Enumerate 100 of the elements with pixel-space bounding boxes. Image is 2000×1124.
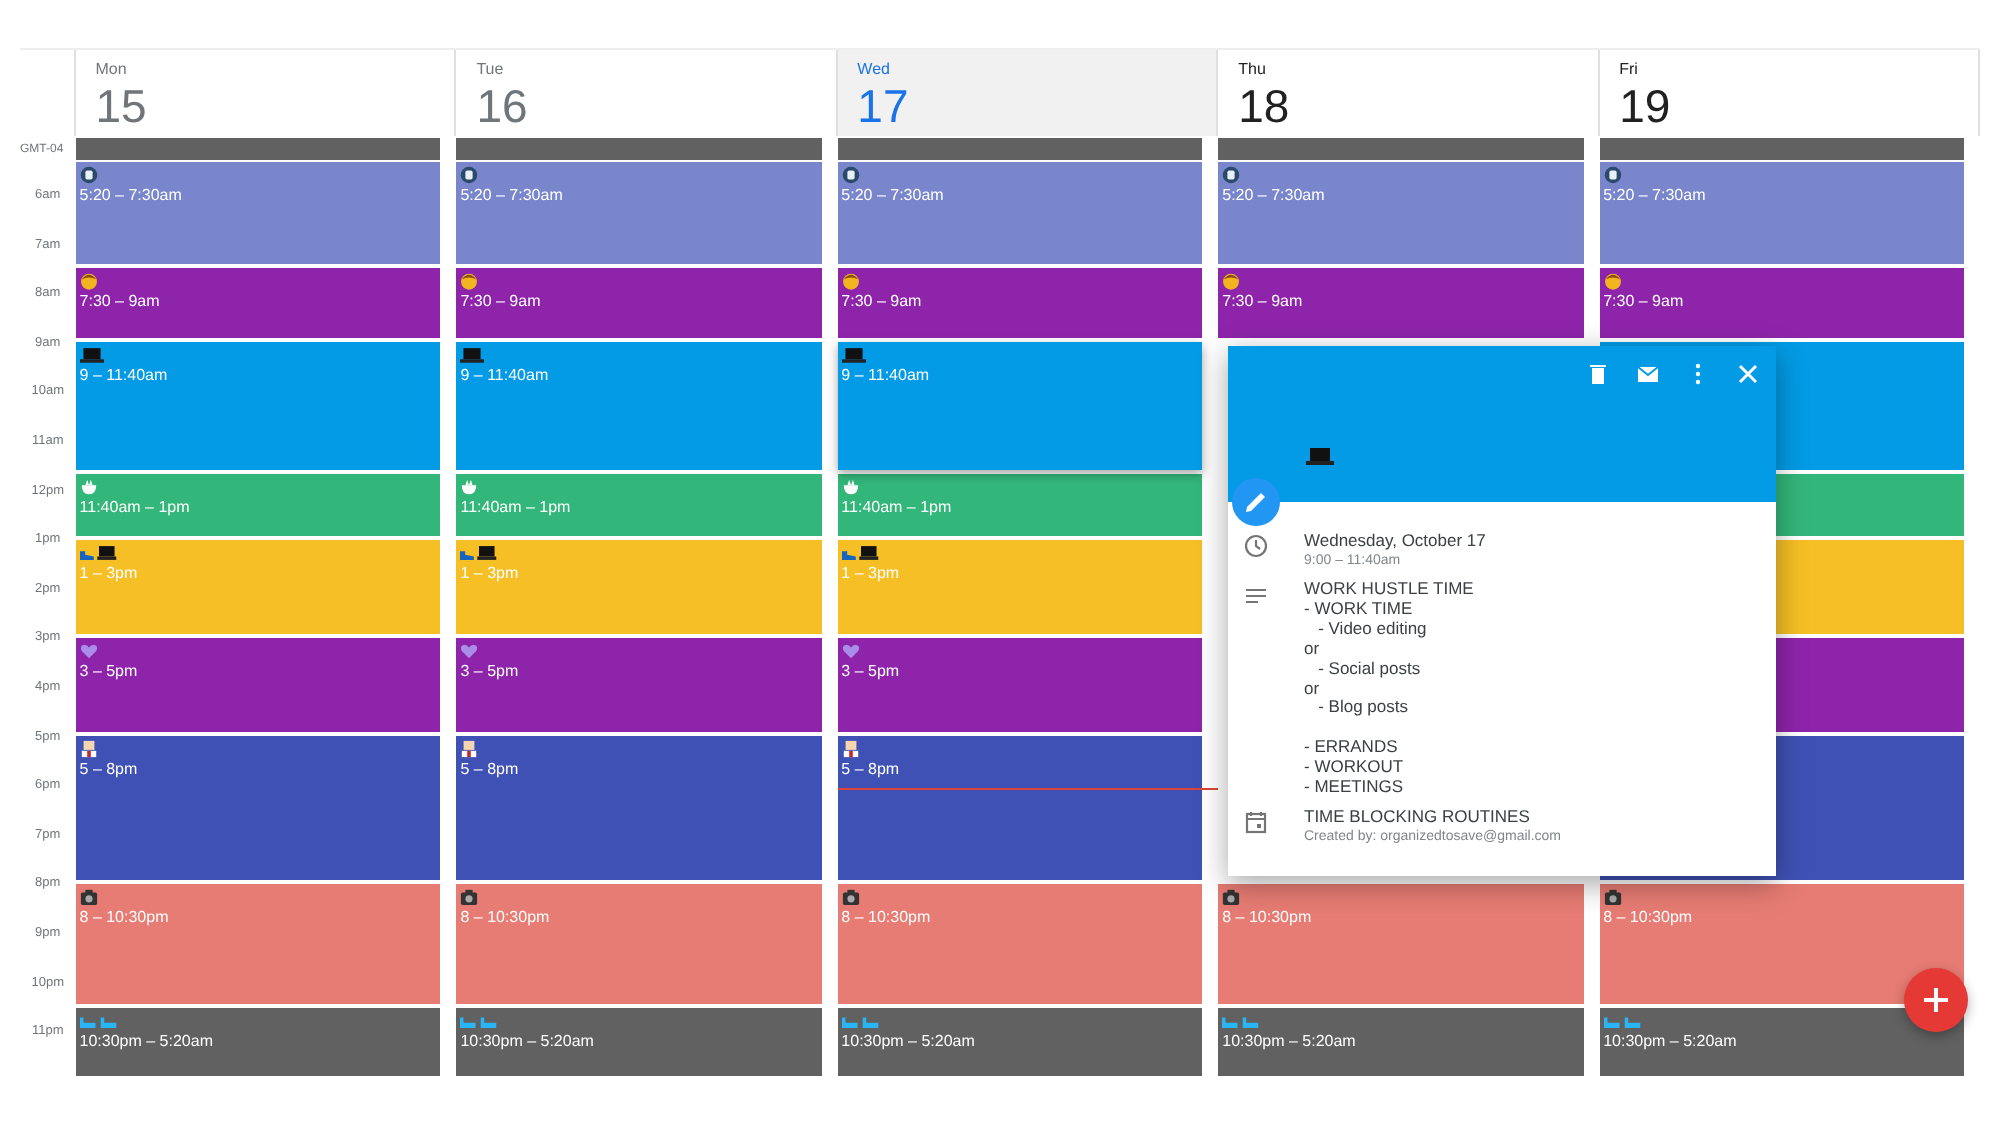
today-header[interactable]: Wed 17	[837, 50, 1219, 136]
bowl-icon	[841, 478, 860, 496]
calendar-event[interactable]: 7:30 – 9am	[456, 268, 822, 338]
face-icon	[79, 272, 98, 290]
email-icon[interactable]	[1636, 362, 1660, 386]
calendar-event[interactable]: 5:20 – 7:30am	[456, 162, 822, 264]
event-time: 9 – 11:40am	[79, 366, 168, 386]
date-number: 16	[476, 80, 530, 134]
event-time: 1 – 3pm	[841, 564, 900, 584]
person-icon	[841, 740, 860, 758]
event-time: 5 – 8pm	[460, 760, 519, 780]
event-time: 7:30 – 9am	[460, 292, 541, 312]
date-number: 17	[857, 80, 911, 134]
event-time: 11:40am – 1pm	[79, 498, 190, 518]
edit-button[interactable]	[1232, 478, 1280, 526]
event-time: 11:40am – 1pm	[841, 498, 952, 518]
calendar-event[interactable]: 9 – 11:40am	[837, 342, 1203, 470]
heart-icon	[460, 642, 479, 660]
camera-icon	[1222, 888, 1241, 906]
calendar-event[interactable]: 9 – 11:40am	[75, 342, 441, 470]
calendar-event[interactable]: 5 – 8pm	[456, 736, 822, 880]
event-time: 5:20 – 7:30am	[460, 186, 563, 206]
date-number: 19	[1619, 80, 1673, 134]
event-time: 1 – 3pm	[79, 564, 138, 584]
calendar-event[interactable]: 11:40am – 1pm	[75, 474, 441, 536]
calendar-event[interactable]: 10:30pm – 5:20am	[456, 1008, 822, 1076]
calendar-event[interactable]: 7:30 – 9am	[1218, 268, 1584, 338]
event-time: 7:30 – 9am	[841, 292, 922, 312]
bowl-icon	[460, 478, 479, 496]
camera-icon	[841, 888, 860, 906]
event-time: 8 – 10:30pm	[841, 908, 931, 928]
face-icon	[1603, 272, 1622, 290]
camera-icon	[1603, 888, 1622, 906]
cup-icon	[1603, 166, 1622, 184]
event-time: 7:30 – 9am	[1222, 292, 1303, 312]
calendar-event[interactable]: 7:30 – 9am	[837, 268, 1203, 338]
clock-icon	[1244, 534, 1268, 558]
calendar-event[interactable]: 3 – 5pm	[456, 638, 822, 732]
calendar-event[interactable]: 10:30pm – 5:20am	[75, 1008, 441, 1076]
beds-icon	[460, 1012, 499, 1030]
calendar-event[interactable]: 10:30pm – 5:20am	[837, 1008, 1203, 1076]
weekday-label: Fri	[1619, 60, 1640, 80]
calendar-event[interactable]: 9 – 11:40am	[456, 342, 822, 470]
camera-icon	[79, 888, 98, 906]
calendar-event[interactable]: 11:40am – 1pm	[456, 474, 822, 536]
heart-icon	[79, 642, 98, 660]
day-header[interactable]: Thu 18	[1218, 50, 1600, 136]
laptop-icon	[841, 346, 866, 364]
calendar-event[interactable]: 10:30pm – 5:20am	[1599, 1008, 1965, 1076]
calendar-event[interactable]: 10:30pm – 5:20am	[1218, 1008, 1584, 1076]
event-time: 7:30 – 9am	[1603, 292, 1684, 312]
day-header[interactable]: Mon 15	[75, 50, 457, 136]
event-description: WORK HUSTLE TIME - WORK TIME - Video editing or - Social posts or - Blog posts - ERRANDS - WORKOUT - MEETINGS	[1304, 580, 1474, 798]
weekday-label: Tue	[476, 60, 506, 80]
notes-icon	[1244, 584, 1268, 608]
cup-icon	[79, 166, 98, 184]
weekday-label: Mon	[95, 60, 129, 80]
event-time: 5 – 8pm	[841, 760, 900, 780]
close-icon[interactable]	[1736, 362, 1760, 386]
event-time: 9 – 11:40am	[841, 366, 930, 386]
calendar-event[interactable]: 8 – 10:30pm	[1599, 884, 1965, 1004]
calendar-event[interactable]: 5 – 8pm	[837, 736, 1203, 880]
bowl-icon	[79, 478, 98, 496]
calendar-event[interactable]: 8 – 10:30pm	[75, 884, 441, 1004]
calendar-event[interactable]: 11:40am – 1pm	[837, 474, 1203, 536]
shoes-laptop-icon	[841, 544, 880, 562]
calendar-event[interactable]: 8 – 10:30pm	[456, 884, 822, 1004]
delete-icon[interactable]	[1586, 362, 1610, 386]
calendar-name: TIME BLOCKING ROUTINES	[1304, 805, 1532, 828]
calendar-event[interactable]: 7:30 – 9am	[1599, 268, 1965, 338]
shoes-laptop-icon	[79, 544, 118, 562]
calendar-event[interactable]: 5:20 – 7:30am	[1599, 162, 1965, 264]
shoes-laptop-icon	[460, 544, 499, 562]
calendar-event[interactable]: 3 – 5pm	[837, 638, 1203, 732]
beds-icon	[79, 1012, 118, 1030]
calendar-event[interactable]: 8 – 10:30pm	[1218, 884, 1584, 1004]
date-number: 15	[95, 80, 149, 134]
cup-icon	[1222, 166, 1241, 184]
day-header[interactable]: Fri 19	[1599, 50, 1981, 136]
event-time: 5 – 8pm	[79, 760, 138, 780]
event-time: 8 – 10:30pm	[1603, 908, 1693, 928]
event-date: Wednesday, October 17	[1304, 530, 1486, 552]
calendar-event[interactable]: 5:20 – 7:30am	[1218, 162, 1584, 264]
calendar-event[interactable]: 5:20 – 7:30am	[837, 162, 1203, 264]
event-time: 10:30pm – 5:20am	[460, 1032, 594, 1052]
laptop-icon	[460, 346, 485, 364]
heart-icon	[841, 642, 860, 660]
cup-icon	[841, 166, 860, 184]
cup-icon	[460, 166, 479, 184]
calendar-event[interactable]: 5 – 8pm	[75, 736, 441, 880]
calendar-event[interactable]: 7:30 – 9am	[75, 268, 441, 338]
event-time: 3 – 5pm	[79, 662, 138, 682]
calendar-event[interactable]: 3 – 5pm	[75, 638, 441, 732]
add-button[interactable]	[1904, 968, 1968, 1032]
beds-icon	[1603, 1012, 1642, 1030]
calendar-event[interactable]: 5:20 – 7:30am	[75, 162, 441, 264]
face-icon	[841, 272, 860, 290]
event-time: 10:30pm – 5:20am	[1603, 1032, 1737, 1052]
event-time: 7:30 – 9am	[79, 292, 160, 312]
calendar-event[interactable]: 8 – 10:30pm	[837, 884, 1203, 1004]
